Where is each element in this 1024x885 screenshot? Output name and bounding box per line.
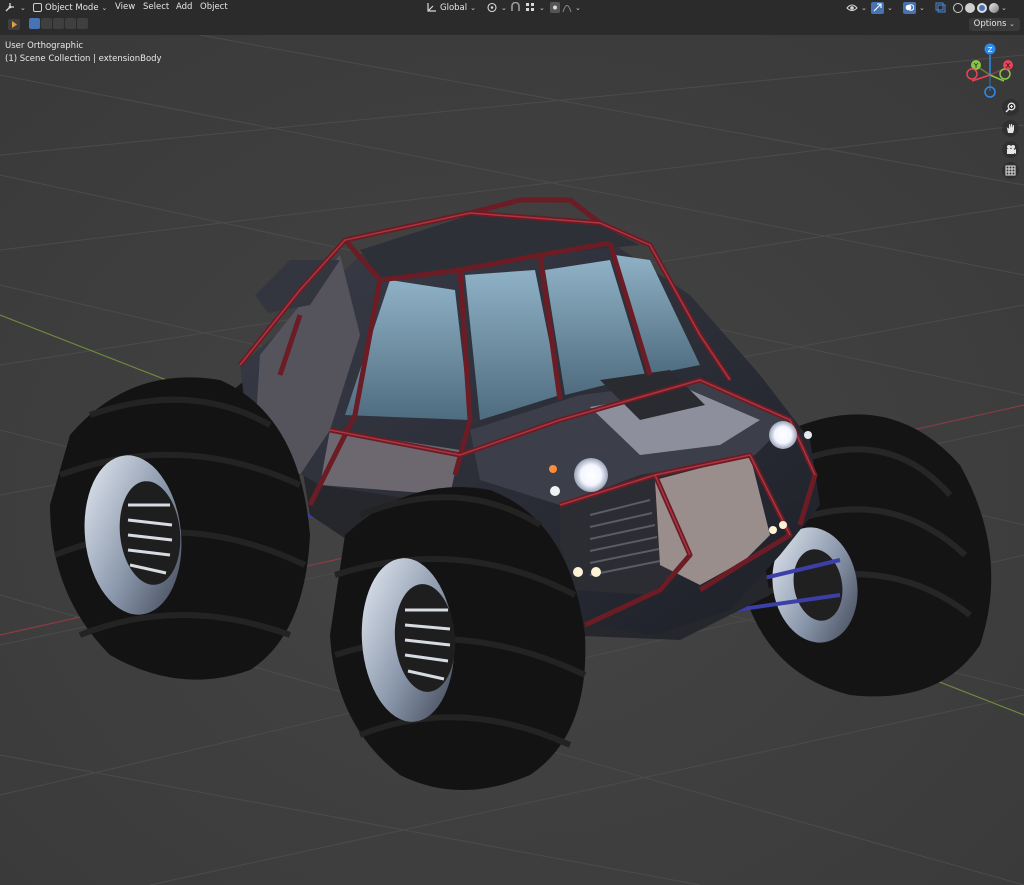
- indicator-light: [549, 465, 557, 473]
- zoom-icon: [1005, 102, 1016, 113]
- 3d-viewport[interactable]: Z Y X User Orthographic (1) Scene Collec…: [0, 35, 1024, 885]
- gizmo-toggle[interactable]: ⌄: [871, 1, 893, 14]
- menu-view[interactable]: View: [115, 1, 135, 14]
- tool-settings-bar: Options ⌄: [0, 15, 1024, 35]
- select-invert-icon[interactable]: [65, 18, 76, 29]
- selection-mode-group: [29, 18, 88, 30]
- chevron-down-icon: ⌄: [1009, 20, 1015, 28]
- gizmo-y-label: Y: [973, 62, 979, 70]
- visibility-dropdown[interactable]: ⌄: [846, 1, 867, 14]
- perspective-toggle-button[interactable]: [1002, 162, 1019, 179]
- snap-target-dropdown[interactable]: ⌄: [525, 1, 545, 14]
- chevron-down-icon: ⌄: [575, 3, 581, 12]
- gizmo-x-label: X: [1006, 62, 1011, 70]
- visibility-icon: [846, 4, 858, 11]
- chevron-down-icon: ⌄: [20, 3, 26, 12]
- shading-modes[interactable]: ⌄: [953, 1, 1007, 14]
- viewport-header: ⌄ Object Mode ⌄ View Select Add Object G…: [0, 0, 1024, 15]
- transform-orientation-label: Global: [440, 2, 468, 13]
- menu-select[interactable]: Select: [143, 1, 169, 14]
- pan-button[interactable]: [1002, 120, 1019, 137]
- chevron-down-icon: ⌄: [919, 3, 925, 12]
- chevron-down-icon: ⌄: [101, 3, 108, 12]
- headlight-right: [769, 421, 797, 449]
- transform-orientation-dropdown[interactable]: Global ⌄: [426, 1, 476, 14]
- chevron-down-icon: ⌄: [887, 3, 893, 12]
- marker-light: [804, 431, 812, 439]
- editor-type-button[interactable]: ⌄: [5, 1, 26, 14]
- options-label: Options: [973, 19, 1007, 29]
- wireframe-shading-icon[interactable]: [953, 2, 963, 13]
- proportional-edit-toggle[interactable]: ⌄: [550, 1, 581, 14]
- chevron-down-icon: ⌄: [539, 3, 545, 12]
- snap-toggle[interactable]: [510, 1, 521, 14]
- fog-light: [550, 486, 560, 496]
- view-name-label: User Orthographic: [5, 41, 84, 51]
- camera-icon: [1006, 145, 1016, 154]
- zoom-button[interactable]: [1002, 99, 1019, 116]
- play-icon: [11, 21, 17, 28]
- menu-add[interactable]: Add: [176, 1, 192, 14]
- tool-toggle-button[interactable]: [8, 19, 20, 30]
- solid-shading-icon[interactable]: [965, 2, 975, 13]
- chevron-down-icon: ⌄: [501, 3, 507, 12]
- rendered-shading-icon[interactable]: [989, 2, 999, 13]
- overlay-icon: [903, 1, 916, 14]
- select-subtract-icon[interactable]: [53, 18, 64, 29]
- bumper-light-2: [591, 567, 601, 577]
- editor-type-icon: [5, 3, 14, 12]
- chevron-down-icon: ⌄: [1001, 3, 1007, 12]
- menu-object[interactable]: Object: [200, 1, 228, 14]
- grid-icon: [1005, 165, 1016, 176]
- bumper-light-3: [769, 526, 777, 534]
- gizmo-z-label: Z: [988, 46, 993, 54]
- bumper-light-4: [779, 521, 787, 529]
- pivot-dropdown[interactable]: ⌄: [486, 1, 507, 14]
- transform-orientation-icon: [427, 3, 436, 12]
- pivot-icon: [487, 2, 497, 13]
- snap-grid-icon: [526, 3, 534, 11]
- bumper-light-1: [573, 567, 583, 577]
- mode-dropdown[interactable]: Object Mode ⌄: [33, 1, 107, 14]
- options-dropdown[interactable]: Options ⌄: [968, 18, 1020, 31]
- overlay-toggle[interactable]: ⌄: [903, 1, 925, 14]
- select-new-icon[interactable]: [29, 18, 40, 29]
- hand-icon: [1007, 124, 1014, 133]
- headlight-left: [574, 458, 608, 492]
- collection-info-label: (1) Scene Collection | extensionBody: [5, 54, 162, 64]
- object-mode-icon: [33, 3, 42, 12]
- select-extend-icon[interactable]: [41, 18, 52, 29]
- chevron-down-icon: ⌄: [861, 3, 867, 12]
- xray-toggle[interactable]: [935, 1, 946, 14]
- viewport-scene: Z Y X: [0, 35, 1024, 885]
- camera-view-button[interactable]: [1002, 141, 1019, 158]
- select-intersect-icon[interactable]: [77, 18, 88, 29]
- mode-label: Object Mode: [45, 2, 99, 13]
- chevron-down-icon: ⌄: [470, 3, 476, 12]
- wheel-front-left: [50, 377, 310, 680]
- snap-icon: [511, 2, 520, 11]
- material-shading-icon[interactable]: [977, 2, 987, 13]
- proportional-edit-icon: [550, 2, 572, 13]
- xray-icon: [935, 2, 946, 13]
- gizmo-icon: [871, 1, 884, 14]
